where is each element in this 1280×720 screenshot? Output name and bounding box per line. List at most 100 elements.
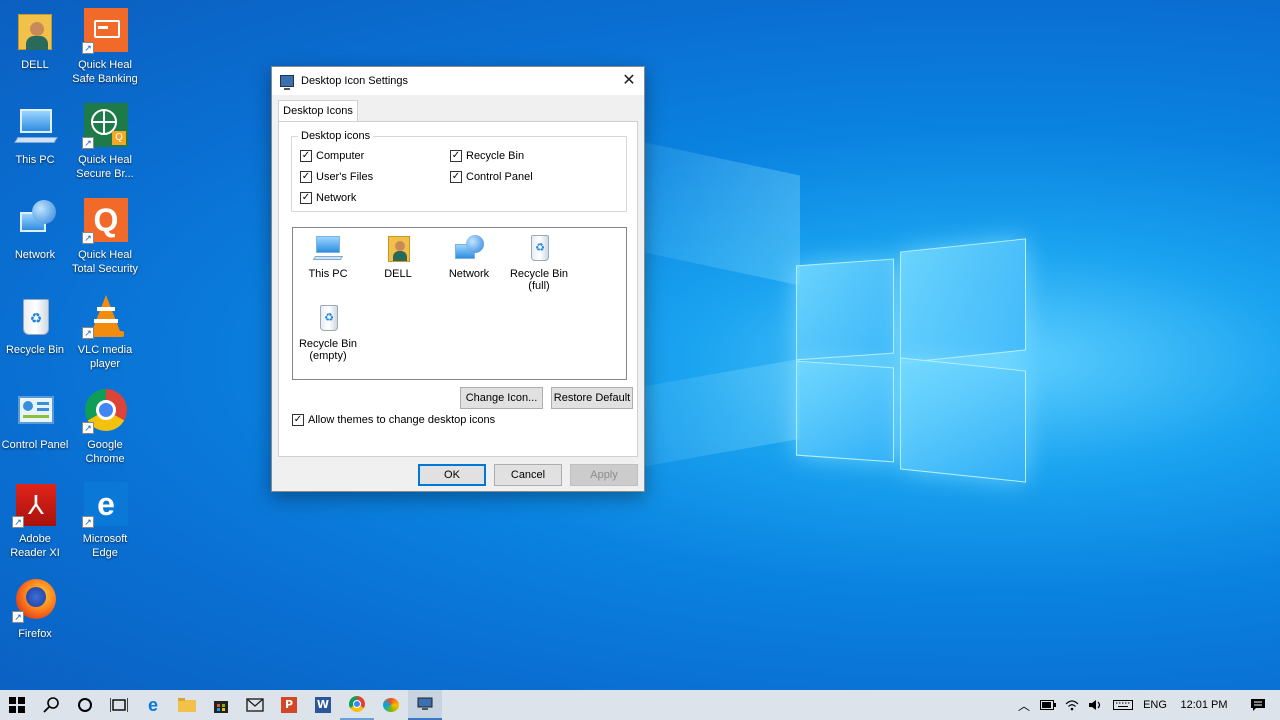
windows-logo-pane	[900, 357, 1026, 483]
checkbox-label: Control Panel	[466, 171, 533, 183]
cortana-button[interactable]	[68, 690, 102, 720]
shortcut-arrow-icon: ↗	[82, 42, 94, 54]
desktop-icon-label: Control Panel	[1, 439, 69, 451]
start-button[interactable]	[0, 690, 34, 720]
taskbar-edge[interactable]: e	[136, 690, 170, 720]
powerpoint-icon: P	[281, 697, 297, 713]
total-security-icon: Q ↗	[82, 198, 128, 244]
tab-panel: Desktop icons ✓ Computer ✓ Recycle Bin ✓…	[278, 121, 638, 457]
checkbox-users-files[interactable]: ✓ User's Files	[300, 171, 373, 183]
checkbox-box[interactable]: ✓	[292, 414, 304, 426]
list-item-recycle-bin-empty[interactable]: ♻ Recycle Bin (empty)	[293, 304, 363, 362]
desktop-icon-settings-dialog: Desktop Icon Settings ✕ Desktop Icons De…	[271, 66, 645, 492]
taskbar-store[interactable]	[204, 690, 238, 720]
restore-default-button[interactable]: Restore Default	[551, 387, 633, 409]
list-item-this-pc[interactable]: This PC	[293, 234, 363, 280]
desktop-icon-label: Recycle Bin	[5, 344, 65, 356]
shortcut-arrow-icon: ↗	[82, 327, 94, 339]
dialog-titlebar[interactable]: Desktop Icon Settings ✕	[272, 67, 644, 95]
taskbar-file-explorer[interactable]	[170, 690, 204, 720]
clock[interactable]: 12:01 PM	[1172, 690, 1236, 720]
chrome-icon	[349, 696, 365, 712]
desktop-icon-label: Quick Heal Secure Br...	[76, 154, 134, 180]
taskbar-mail[interactable]	[238, 690, 272, 720]
apply-button[interactable]: Apply	[570, 464, 638, 486]
checkbox-label: Allow themes to change desktop icons	[308, 414, 496, 426]
show-hidden-icons-button[interactable]: ︿	[1012, 690, 1036, 720]
keyboard-icon	[1113, 700, 1133, 710]
action-center-button[interactable]	[1236, 690, 1280, 720]
wifi-icon	[1065, 700, 1079, 711]
desktop-icon-label: Microsoft Edge	[82, 533, 128, 559]
checkbox-allow-themes[interactable]: ✓ Allow themes to change desktop icons	[292, 414, 495, 426]
desktop-icon-quick-heal-safe-banking[interactable]: ↗ Quick Heal Safe Banking	[70, 8, 140, 86]
checkbox-box[interactable]: ✓	[300, 171, 312, 183]
user-folder-icon	[382, 234, 414, 264]
desktop-icon-microsoft-edge[interactable]: e ↗ Microsoft Edge	[70, 482, 140, 560]
desktop-icon-label: Google Chrome	[85, 439, 125, 465]
checkbox-recycle-bin[interactable]: ✓ Recycle Bin	[450, 150, 524, 162]
desktop-icon-google-chrome[interactable]: ↗ Google Chrome	[70, 388, 140, 466]
list-item-dell[interactable]: DELL	[363, 234, 433, 280]
desktop-icon-recycle-bin[interactable]: ♻ Recycle Bin	[0, 293, 70, 357]
recycle-bin-full-icon: ♻	[523, 234, 555, 264]
checkbox-computer[interactable]: ✓ Computer	[300, 150, 364, 162]
network-icon	[12, 198, 58, 244]
desktop-icon-label: VLC media player	[77, 344, 133, 370]
adobe-reader-icon: ⅄ ↗	[12, 482, 58, 528]
taskbar-desktop-icon-settings[interactable]	[408, 690, 442, 720]
groupbox-label: Desktop icons	[298, 130, 374, 142]
cancel-button[interactable]: Cancel	[494, 464, 562, 486]
network-icon	[453, 234, 485, 264]
checkbox-box[interactable]: ✓	[450, 171, 462, 183]
change-icon-button[interactable]: Change Icon...	[460, 387, 543, 409]
desktop-icon-label: This PC	[15, 154, 55, 166]
checkbox-label: Network	[316, 192, 357, 204]
touch-keyboard-button[interactable]	[1108, 690, 1138, 720]
desktop-icon-vlc[interactable]: ↗ VLC media player	[70, 293, 140, 371]
shortcut-arrow-icon: ↗	[12, 516, 24, 528]
desktop-icon-quick-heal-secure-browser[interactable]: Q ↗ Quick Heal Secure Br...	[70, 103, 140, 181]
desktop-icon-dell[interactable]: DELL	[0, 8, 70, 72]
desktop-icon-control-panel[interactable]: Control Panel	[0, 388, 70, 452]
list-item-label: Recycle Bin (full)	[509, 268, 569, 292]
checkbox-control-panel[interactable]: ✓ Control Panel	[450, 171, 533, 183]
desktop-icon-this-pc[interactable]: This PC	[0, 103, 70, 167]
tab-desktop-icons[interactable]: Desktop Icons	[278, 100, 358, 122]
shortcut-arrow-icon: ↗	[82, 137, 94, 149]
volume-button[interactable]	[1084, 690, 1108, 720]
checkbox-network[interactable]: ✓ Network	[300, 192, 356, 204]
list-item-label: This PC	[308, 268, 348, 280]
list-item-recycle-bin-full[interactable]: ♻ Recycle Bin (full)	[504, 234, 574, 292]
list-item-label: Network	[448, 268, 490, 280]
recycle-bin-empty-icon: ♻	[312, 304, 344, 334]
taskbar-chrome[interactable]	[340, 690, 374, 720]
desktop-icon-network[interactable]: Network	[0, 198, 70, 262]
wifi-button[interactable]	[1060, 690, 1084, 720]
close-button[interactable]: ✕	[614, 67, 644, 95]
desktop-icon-adobe-reader[interactable]: ⅄ ↗ Adobe Reader XI	[0, 482, 70, 560]
edge-icon: e	[147, 694, 158, 715]
ok-button[interactable]: OK	[418, 464, 486, 486]
battery-button[interactable]	[1036, 690, 1060, 720]
monitor-icon	[280, 75, 294, 90]
icon-list-view[interactable]: This PC DELL Network ♻ Recycle Bin (full…	[292, 227, 627, 380]
taskbar-powerpoint[interactable]: P	[272, 690, 306, 720]
edge-icon: e ↗	[82, 482, 128, 528]
recycle-bin-icon: ♻	[12, 293, 58, 339]
chrome-icon: ↗	[82, 388, 128, 434]
taskbar-word[interactable]: W	[306, 690, 340, 720]
checkbox-box[interactable]: ✓	[300, 150, 312, 162]
notification-icon	[1251, 699, 1265, 711]
taskbar-paint[interactable]	[374, 690, 408, 720]
task-view-button[interactable]	[102, 690, 136, 720]
task-view-icon	[110, 698, 128, 712]
checkbox-box[interactable]: ✓	[450, 150, 462, 162]
input-language-button[interactable]: ENG	[1138, 690, 1172, 720]
checkbox-box[interactable]: ✓	[300, 192, 312, 204]
search-button[interactable]	[34, 690, 68, 720]
desktop-icon-firefox[interactable]: ↗ Firefox	[0, 577, 70, 641]
desktop-icon-quick-heal-total-security[interactable]: Q ↗ Quick Heal Total Security	[70, 198, 140, 276]
word-icon: W	[315, 697, 331, 713]
list-item-network[interactable]: Network	[434, 234, 504, 280]
